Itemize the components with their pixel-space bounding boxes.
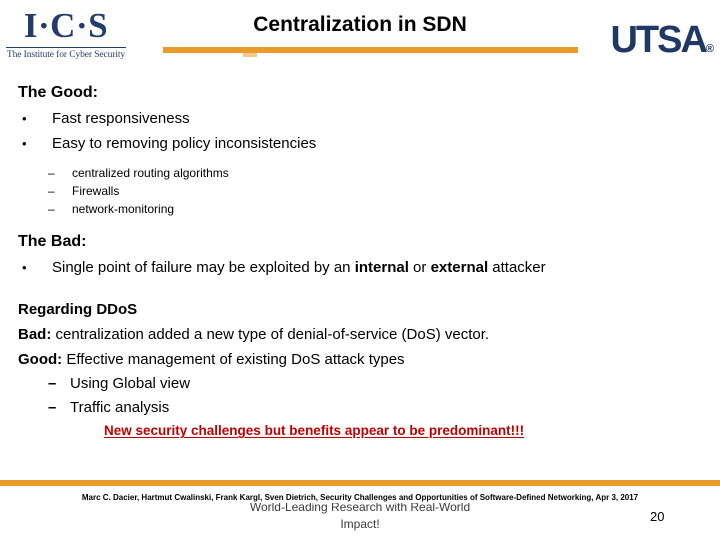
slide-content: The Good: • Fast responsiveness • Easy t…: [0, 82, 720, 440]
slide-number: 20: [650, 509, 665, 524]
good-sub-bullet-3: network-monitoring: [72, 202, 175, 216]
list-item: – Traffic analysis: [48, 396, 720, 420]
list-item: • Easy to removing policy inconsistencie…: [22, 131, 720, 156]
dash-icon: –: [48, 184, 55, 198]
good-heading: The Good:: [18, 84, 98, 101]
good-bullet-1: Fast responsiveness: [52, 110, 190, 127]
ddos-bad-text: centralization added a new type of denia…: [51, 326, 490, 343]
list-item: – Using Global view: [48, 372, 720, 396]
dash-icon: –: [48, 166, 55, 180]
ics-logo-tagline: The Institute for Cyber Security: [6, 50, 126, 60]
list-item: – Firewalls: [48, 182, 720, 200]
dash-icon: –: [48, 399, 57, 416]
list-item: – network-monitoring: [48, 200, 720, 218]
bad-bullet-post: attacker: [488, 259, 546, 276]
bad-bullet-mid: or: [408, 259, 431, 276]
utsa-logo-text: UTSA: [610, 19, 707, 61]
ddos-heading: Regarding DDoS: [18, 301, 138, 318]
list-item: • Single point of failure may be exploit…: [22, 255, 720, 280]
bullet-icon: •: [22, 260, 27, 275]
bad-heading: The Bad:: [18, 233, 87, 250]
list-item: • Fast responsiveness: [22, 106, 720, 131]
bullet-icon: •: [22, 111, 27, 126]
slide-header: I·C·S The Institute for Cyber Security C…: [0, 0, 720, 78]
dash-icon: –: [48, 375, 57, 392]
good-sub-bullet-2: Firewalls: [72, 184, 120, 198]
institution-tagline-line2: Impact!: [340, 517, 380, 531]
ics-logo-mark: I·C·S: [23, 6, 109, 45]
ddos-good-line: Good: Effective management of existing D…: [18, 347, 720, 372]
citation-text: Marc C. Dacier, Hartmut Cwalinski, Frank…: [81, 493, 639, 502]
page-title: Centralization in SDN: [253, 13, 467, 36]
dash-icon: –: [48, 202, 55, 216]
bad-bullet-bold-external: external: [430, 259, 489, 276]
ddos-good-label: Good:: [18, 351, 63, 368]
title-accent-bar-tail: [243, 53, 257, 57]
list-item: – centralized routing algorithms: [48, 164, 720, 182]
conclusion-text: New security challenges but benefits app…: [104, 423, 525, 438]
footer-accent-bar: [0, 480, 720, 486]
registered-mark-icon: ®: [705, 43, 714, 55]
ics-logo-divider: [6, 47, 126, 48]
bullet-icon: •: [22, 136, 27, 151]
title-accent-bar: [163, 47, 578, 53]
good-bullet-2: Easy to removing policy inconsistencies: [52, 135, 317, 152]
bad-bullet-pre: Single point of failure may be exploited…: [52, 259, 355, 276]
ddos-sub-bullet-1: Using Global view: [70, 375, 191, 392]
institution-tagline: World-Leading Research with Real-World I…: [175, 503, 545, 537]
ddos-bad-label: Bad:: [18, 326, 52, 343]
ics-logo: I·C·S The Institute for Cyber Security: [4, 6, 128, 61]
utsa-logo: UTSA®: [610, 20, 714, 69]
ddos-good-text: Effective management of existing DoS att…: [62, 351, 405, 368]
good-sub-bullet-1: centralized routing algorithms: [72, 166, 229, 180]
slide: I·C·S The Institute for Cyber Security C…: [0, 0, 720, 540]
ddos-sub-bullet-2: Traffic analysis: [70, 399, 170, 416]
bad-bullet-1: Single point of failure may be exploited…: [52, 255, 720, 280]
ddos-bad-line: Bad: centralization added a new type of …: [18, 322, 720, 347]
institution-tagline-line1: World-Leading Research with Real-World: [249, 503, 471, 514]
bad-bullet-bold-internal: internal: [354, 259, 409, 276]
